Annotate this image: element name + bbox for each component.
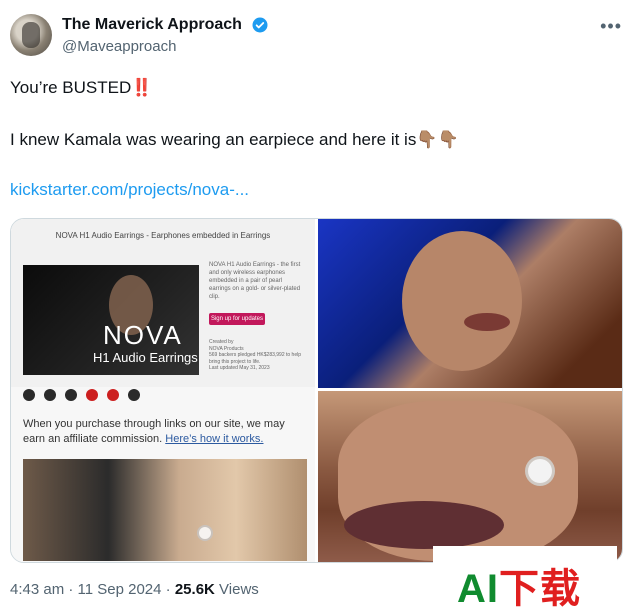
nova-brand: NOVA (103, 320, 183, 350)
woman-earring-photo (23, 459, 307, 561)
pinterest-icon[interactable] (86, 389, 98, 401)
nova-title: NOVA H1 Audio Earrings - Earphones embed… (55, 231, 271, 240)
handle[interactable]: @Maveapproach (62, 38, 176, 55)
nova-hero-image: NOVA H1 Audio Earrings (23, 265, 199, 375)
facebook-icon[interactable] (23, 389, 35, 401)
tweet-text-line-1: You’re BUSTED‼️ (10, 78, 153, 97)
nova-meta: Created by NOVA Products 569 backers ple… (209, 339, 304, 372)
affiliate-text: When you purchase through links on our s… (23, 417, 308, 447)
media-grid[interactable]: NOVA H1 Audio Earrings - Earphones embed… (10, 218, 623, 563)
face (402, 231, 522, 371)
avatar[interactable] (10, 14, 52, 56)
affiliate-link[interactable]: Here’s how it works. (165, 433, 263, 445)
verified-badge-icon (252, 17, 268, 33)
views-count: 25.6K (174, 581, 215, 598)
email-icon[interactable] (128, 389, 140, 401)
watermark-ai: AI (457, 567, 499, 611)
more-options-icon[interactable]: ••• (600, 16, 622, 37)
flipboard-icon[interactable] (107, 389, 119, 401)
tweet-text-line-2: I knew Kamala was wearing an earpiece an… (10, 130, 459, 149)
nova-web-snippet: NOVA H1 Audio Earrings - Earphones embed… (11, 219, 315, 387)
watermark-xiazai: 下载 (499, 567, 581, 611)
media-left-panel[interactable]: NOVA H1 Audio Earrings - Earphones embed… (11, 219, 315, 562)
timestamp[interactable]: 4:43 am · 11 Sep 2024 (10, 581, 162, 598)
kamala-photo-top[interactable] (318, 219, 622, 388)
watermark-text: AI下载 (457, 556, 581, 614)
display-name[interactable]: The Maverick Approach (62, 16, 242, 34)
tweet-meta: 4:43 am · 11 Sep 2024 · 25.6K Views (10, 581, 259, 598)
closeup-earring (528, 459, 552, 483)
sign-up-button[interactable]: Sign up for updates (209, 313, 265, 325)
kamala-photo-closeup[interactable] (318, 391, 622, 562)
pearl-earring (199, 527, 211, 539)
whatsapp-icon[interactable] (65, 389, 77, 401)
lips (464, 313, 510, 331)
share-icons-row (23, 389, 140, 401)
x-icon[interactable] (44, 389, 56, 401)
views-label: Views (219, 581, 259, 598)
nova-last-updated: Last updated May 31, 2023 (209, 365, 270, 371)
nova-backers: 569 backers pledged HK$283,992 to help b… (209, 352, 302, 365)
tweet-link[interactable]: kickstarter.com/projects/nova-... (10, 180, 249, 200)
closeup-lips (344, 501, 504, 549)
watermark-logo: AI下载 (433, 546, 617, 611)
nova-description: NOVA H1 Audio Earrings - the first and o… (209, 262, 301, 301)
nova-subtitle: H1 Audio Earrings (93, 350, 198, 365)
